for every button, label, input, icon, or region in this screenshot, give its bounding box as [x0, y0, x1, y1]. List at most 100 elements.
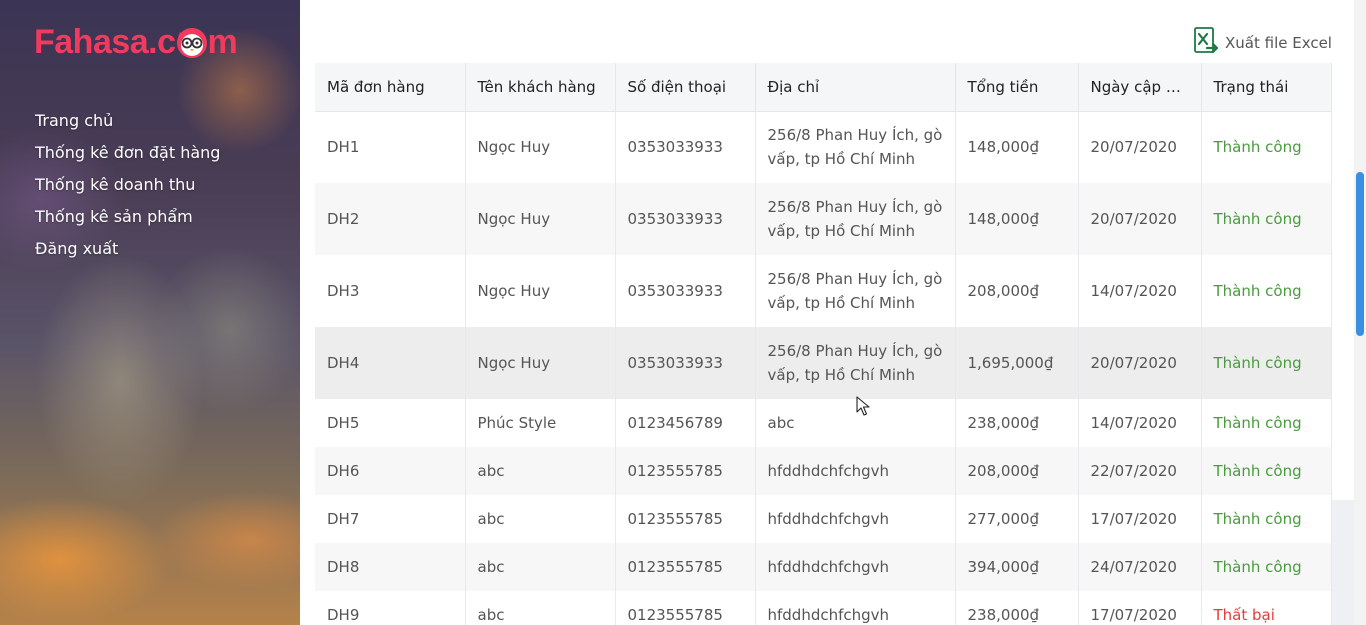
- cell-total: 238,000₫: [955, 591, 1079, 625]
- col-header-total[interactable]: Tổng tiền: [955, 63, 1079, 112]
- cell-date: 24/07/2020: [1078, 543, 1202, 591]
- cell-phone: 0353033933: [615, 111, 756, 183]
- cell-customer: abc: [465, 591, 616, 625]
- cell-date: 22/07/2020: [1078, 447, 1202, 495]
- cell-status: Thất bại: [1201, 591, 1332, 625]
- cell-total: 238,000₫: [955, 399, 1079, 447]
- col-header-customer[interactable]: Tên khách hàng: [465, 63, 616, 112]
- cell-order-id: DH2: [315, 183, 466, 255]
- table-row[interactable]: DH7 abc 0123555785 hfddhdchfchgvh 277,00…: [315, 495, 1332, 543]
- cell-order-id: DH6: [315, 447, 466, 495]
- cell-address: hfddhdchfchgvh: [755, 495, 956, 543]
- cell-address: hfddhdchfchgvh: [755, 447, 956, 495]
- cell-customer: Ngọc Huy: [465, 255, 616, 327]
- sidebar-nav: Trang chủ Thống kê đơn đặt hàng Thống kê…: [35, 110, 220, 270]
- page-scrollbar[interactable]: [1354, 0, 1366, 625]
- cell-phone: 0123555785: [615, 447, 756, 495]
- cell-status: Thành công: [1201, 543, 1332, 591]
- nav-item-product-stats[interactable]: Thống kê sản phẩm: [35, 206, 220, 238]
- nav-item-logout[interactable]: Đăng xuất: [35, 238, 220, 270]
- cell-status: Thành công: [1201, 255, 1332, 327]
- cell-address: hfddhdchfchgvh: [755, 543, 956, 591]
- table-row[interactable]: DH8 abc 0123555785 hfddhdchfchgvh 394,00…: [315, 543, 1332, 591]
- cell-total: 277,000₫: [955, 495, 1079, 543]
- col-header-status[interactable]: Trạng thái: [1201, 63, 1332, 112]
- cell-total: 1,695,000₫: [955, 327, 1079, 399]
- table-header-row: Mã đơn hàng Tên khách hàng Số điện thoại…: [315, 63, 1332, 112]
- export-excel-button[interactable]: Xuất file Excel: [1193, 27, 1332, 59]
- col-header-updated-date[interactable]: Ngày cập n...: [1078, 63, 1202, 112]
- cell-total: 208,000₫: [955, 255, 1079, 327]
- cell-order-id: DH7: [315, 495, 466, 543]
- cell-phone: 0123555785: [615, 543, 756, 591]
- table-row[interactable]: DH2 Ngọc Huy 0353033933 256/8 Phan Huy Í…: [315, 183, 1332, 255]
- excel-icon: [1193, 27, 1219, 59]
- cell-customer: abc: [465, 447, 616, 495]
- nav-item-home[interactable]: Trang chủ: [35, 110, 220, 142]
- cell-date: 20/07/2020: [1078, 183, 1202, 255]
- cell-date: 14/07/2020: [1078, 255, 1202, 327]
- cell-status: Thành công: [1201, 183, 1332, 255]
- cell-order-id: DH8: [315, 543, 466, 591]
- mouse-cursor-icon: [856, 396, 870, 416]
- table-row[interactable]: DH3 Ngọc Huy 0353033933 256/8 Phan Huy Í…: [315, 255, 1332, 327]
- table-row[interactable]: DH9 abc 0123555785 hfddhdchfchgvh 238,00…: [315, 591, 1332, 625]
- cell-date: 20/07/2020: [1078, 111, 1202, 183]
- cell-customer: Ngọc Huy: [465, 183, 616, 255]
- cell-status: Thành công: [1201, 327, 1332, 399]
- table-row[interactable]: DH1 Ngọc Huy 0353033933 256/8 Phan Huy Í…: [315, 111, 1332, 183]
- logo-text-start: Fahasa.c: [34, 22, 176, 61]
- col-header-order-id[interactable]: Mã đơn hàng: [315, 63, 466, 112]
- cell-address: 256/8 Phan Huy Ích, gò vấp, tp Hồ Chí Mi…: [755, 183, 956, 255]
- logo-text-end: m: [207, 22, 238, 61]
- nav-item-revenue-stats[interactable]: Thống kê doanh thu: [35, 174, 220, 206]
- scrollbar-thumb[interactable]: [1356, 172, 1364, 336]
- cell-total: 208,000₫: [955, 447, 1079, 495]
- cell-address: 256/8 Phan Huy Ích, gò vấp, tp Hồ Chí Mi…: [755, 111, 956, 183]
- export-excel-label: Xuất file Excel: [1225, 34, 1332, 52]
- cell-date: 20/07/2020: [1078, 327, 1202, 399]
- nav-item-order-stats[interactable]: Thống kê đơn đặt hàng: [35, 142, 220, 174]
- cell-phone: 0123555785: [615, 495, 756, 543]
- fahasa-logo[interactable]: Fahasa.c m: [34, 18, 238, 66]
- cell-order-id: DH3: [315, 255, 466, 327]
- cell-date: 17/07/2020: [1078, 591, 1202, 625]
- cell-status: Thành công: [1201, 399, 1332, 447]
- cell-address: 256/8 Phan Huy Ích, gò vấp, tp Hồ Chí Mi…: [755, 255, 956, 327]
- cell-order-id: DH5: [315, 399, 466, 447]
- table-row[interactable]: DH6 abc 0123555785 hfddhdchfchgvh 208,00…: [315, 447, 1332, 495]
- cell-date: 17/07/2020: [1078, 495, 1202, 543]
- sidebar: Fahasa.c m Trang chủ Thống kê đơn đặt hà…: [0, 0, 300, 625]
- cell-customer: abc: [465, 495, 616, 543]
- cell-order-id: DH9: [315, 591, 466, 625]
- cell-phone: 0353033933: [615, 327, 756, 399]
- cell-phone: 0123555785: [615, 591, 756, 625]
- cell-order-id: DH1: [315, 111, 466, 183]
- cell-total: 148,000₫: [955, 111, 1079, 183]
- col-header-address[interactable]: Địa chỉ: [755, 63, 956, 112]
- cell-phone: 0123456789: [615, 399, 756, 447]
- cell-customer: abc: [465, 543, 616, 591]
- cell-status: Thành công: [1201, 495, 1332, 543]
- cell-order-id: DH4: [315, 327, 466, 399]
- cell-address: 256/8 Phan Huy Ích, gò vấp, tp Hồ Chí Mi…: [755, 327, 956, 399]
- cell-total: 148,000₫: [955, 183, 1079, 255]
- col-header-phone[interactable]: Số điện thoại: [615, 63, 756, 112]
- cell-address: abc: [755, 399, 956, 447]
- orders-table: Mã đơn hàng Tên khách hàng Số điện thoại…: [315, 63, 1332, 625]
- cell-phone: 0353033933: [615, 255, 756, 327]
- cell-status: Thành công: [1201, 447, 1332, 495]
- cell-total: 394,000₫: [955, 543, 1079, 591]
- table-row[interactable]: DH5 Phúc Style 0123456789 abc 238,000₫ 1…: [315, 399, 1332, 447]
- cell-address: hfddhdchfchgvh: [755, 591, 956, 625]
- cell-customer: Ngọc Huy: [465, 327, 616, 399]
- owl-mascot-icon: [174, 24, 210, 60]
- cell-phone: 0353033933: [615, 183, 756, 255]
- background-strip: [1331, 500, 1354, 625]
- cell-date: 14/07/2020: [1078, 399, 1202, 447]
- cell-customer: Ngọc Huy: [465, 111, 616, 183]
- table-row[interactable]: DH4 Ngọc Huy 0353033933 256/8 Phan Huy Í…: [315, 327, 1332, 399]
- legend-dots: [748, 0, 948, 2]
- cell-status: Thành công: [1201, 111, 1332, 183]
- cell-customer: Phúc Style: [465, 399, 616, 447]
